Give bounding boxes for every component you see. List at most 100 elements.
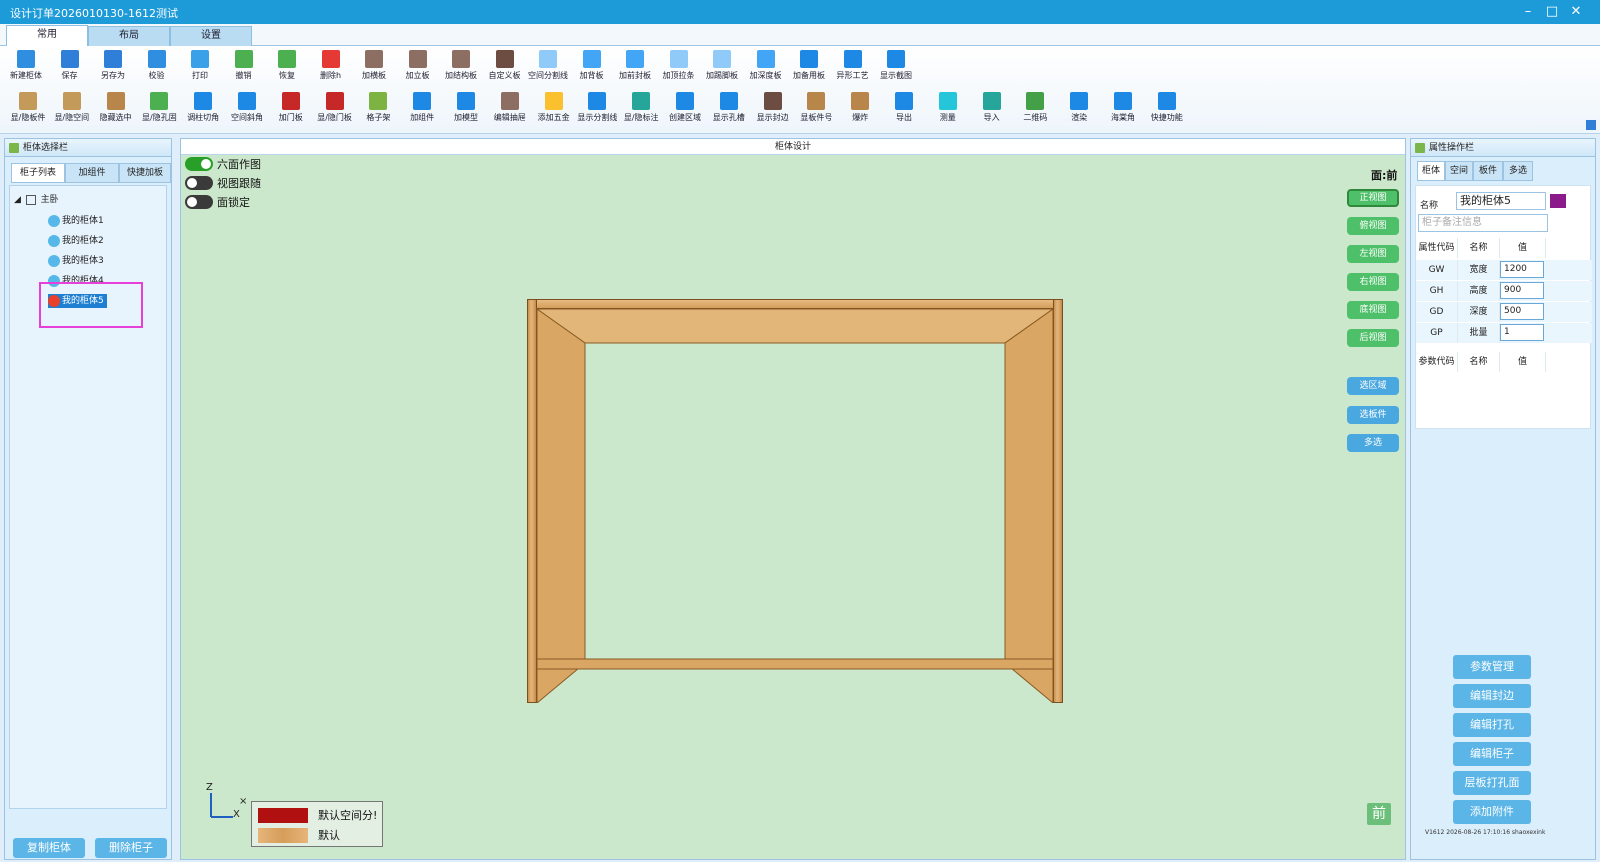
qrcode-button[interactable]: 二维码: [1013, 88, 1057, 128]
hide-selected-button[interactable]: 隐藏选中: [94, 88, 138, 128]
tree-item-cabinet-1[interactable]: 我的柜体1: [48, 214, 104, 228]
shelf-drill-face-button[interactable]: 层板打孔面: [1453, 771, 1531, 795]
delete-button[interactable]: 删除h: [309, 46, 353, 86]
toggle-space-button[interactable]: 显/隐空间: [50, 88, 94, 128]
collapse-arrow-icon[interactable]: ◢: [14, 195, 21, 205]
add-door-button[interactable]: 加门板: [269, 88, 313, 128]
custom-board-button[interactable]: 自定义板: [483, 46, 527, 86]
minimize-button[interactable]: –: [1518, 3, 1538, 21]
toolbar-label: 渲染: [1071, 113, 1088, 122]
edit-edge-button[interactable]: 编辑封边: [1453, 684, 1531, 708]
toggle-door-button[interactable]: 显/隐门板: [313, 88, 357, 128]
left-view-button[interactable]: 左视图: [1347, 245, 1399, 263]
space-bevel-icon: [238, 92, 256, 110]
face-lock-toggle[interactable]: [185, 195, 213, 209]
select-region-button[interactable]: 选区域: [1347, 377, 1399, 395]
tab-settings[interactable]: 设置: [170, 26, 252, 46]
tab-layout[interactable]: 布局: [88, 26, 170, 46]
screenshot-button[interactable]: 显示截图: [874, 46, 918, 86]
toggle-boards-button[interactable]: 显/隐板件: [6, 88, 50, 128]
add-back-board-button[interactable]: 加背板: [570, 46, 614, 86]
note-input[interactable]: 柜子备注信息: [1418, 214, 1548, 232]
maximize-button[interactable]: □: [1542, 3, 1562, 21]
tab-space[interactable]: 空间: [1445, 161, 1473, 181]
top-view-button[interactable]: 俯视图: [1347, 217, 1399, 235]
render-button[interactable]: 渲染: [1057, 88, 1101, 128]
export-button[interactable]: 导出: [882, 88, 926, 128]
grid-rack-button[interactable]: 格子架: [356, 88, 400, 128]
import-button[interactable]: 导入: [970, 88, 1014, 128]
show-edge-button[interactable]: 显示封边: [751, 88, 795, 128]
tab-cabinet-list[interactable]: 柜子列表: [11, 163, 65, 183]
tree-item-cabinet-2[interactable]: 我的柜体2: [48, 234, 104, 248]
add-spare-board-button[interactable]: 加备用板: [787, 46, 831, 86]
redo-button[interactable]: 恢复: [265, 46, 309, 86]
tab-quick-board[interactable]: 快捷加板: [119, 163, 171, 183]
right-view-button[interactable]: 右视图: [1347, 273, 1399, 291]
add-hardware-button[interactable]: 添加五金: [532, 88, 576, 128]
name-input[interactable]: 我的柜体5: [1456, 192, 1546, 210]
tree-root[interactable]: ◢ 主卧: [14, 192, 59, 205]
delete-cabinet-button[interactable]: 删除柜子: [95, 838, 167, 858]
color-swatch[interactable]: [1550, 194, 1566, 208]
add-attachment-button[interactable]: 添加附件: [1453, 800, 1531, 824]
space-divider-button[interactable]: 空间分割线: [526, 46, 570, 86]
select-board-button[interactable]: 选板件: [1347, 406, 1399, 424]
show-slot-button[interactable]: 显示孔槽: [707, 88, 751, 128]
space-divider-icon: [539, 50, 557, 68]
add-structure-board-button[interactable]: 加结构板: [439, 46, 483, 86]
edit-drilling-button[interactable]: 编辑打孔: [1453, 713, 1531, 737]
front-indicator-button[interactable]: 前: [1367, 803, 1391, 825]
add-vertical-board-button[interactable]: 加立板: [396, 46, 440, 86]
view-follow-toggle[interactable]: [185, 176, 213, 190]
multi-select-button[interactable]: 多选: [1347, 434, 1399, 452]
edit-drawer-button[interactable]: 编辑抽屉: [488, 88, 532, 128]
tab-board[interactable]: 板件: [1473, 161, 1503, 181]
save-as-button[interactable]: 另存为: [91, 46, 135, 86]
explode-button[interactable]: 爆炸: [838, 88, 882, 128]
show-divider-button[interactable]: 显示分割线: [575, 88, 619, 128]
tab-multi[interactable]: 多选: [1503, 161, 1533, 181]
add-depth-board-button[interactable]: 加深度板: [744, 46, 788, 86]
add-top-rail-button[interactable]: 加顶拉条: [657, 46, 701, 86]
edit-cabinet-button[interactable]: 编辑柜子: [1453, 742, 1531, 766]
begonia-corner-button[interactable]: 海棠角: [1101, 88, 1145, 128]
space-bevel-button[interactable]: 空间斜角: [225, 88, 269, 128]
save-button[interactable]: 保存: [48, 46, 92, 86]
front-view-button[interactable]: 正视图: [1347, 189, 1399, 207]
param-manage-button[interactable]: 参数管理: [1453, 655, 1531, 679]
add-kick-board-button[interactable]: 加踢脚板: [700, 46, 744, 86]
tab-common[interactable]: 常用: [6, 25, 88, 47]
tab-cabinet[interactable]: 柜体: [1417, 161, 1445, 181]
undo-button[interactable]: 撤销: [222, 46, 266, 86]
six-face-toggle[interactable]: [185, 157, 213, 171]
verify-button[interactable]: 校验: [135, 46, 179, 86]
show-board-number-button[interactable]: 显板件号: [794, 88, 838, 128]
quick-function-button[interactable]: 快捷功能: [1145, 88, 1189, 128]
add-model-button[interactable]: 加模型: [444, 88, 488, 128]
toolbar-label: 显/隐门板: [317, 113, 352, 122]
add-horizontal-board-button[interactable]: 加横板: [352, 46, 396, 86]
toggle-holes-button[interactable]: 显/隐孔固: [137, 88, 181, 128]
grid-toggle-icon[interactable]: [1586, 120, 1596, 130]
close-button[interactable]: ✕: [1566, 3, 1586, 21]
special-craft-button[interactable]: 异形工艺: [831, 46, 875, 86]
bottom-view-button[interactable]: 底视图: [1347, 301, 1399, 319]
toggle-annotation-button[interactable]: 显/隐标注: [619, 88, 663, 128]
tab-add-component[interactable]: 加组件: [65, 163, 119, 183]
measure-button[interactable]: 测量: [926, 88, 970, 128]
attr-value-input[interactable]: 900: [1500, 282, 1544, 299]
attr-value-input[interactable]: 500: [1500, 303, 1544, 320]
new-cabinet-button[interactable]: 新建柜体: [4, 46, 48, 86]
print-button[interactable]: 打印: [178, 46, 222, 86]
attr-code: GH: [1416, 281, 1458, 301]
attr-value-input[interactable]: 1200: [1500, 261, 1544, 278]
tree-item-cabinet-3[interactable]: 我的柜体3: [48, 254, 104, 268]
attr-value-input[interactable]: 1: [1500, 324, 1544, 341]
column-cut-button[interactable]: 调柱切角: [181, 88, 225, 128]
create-region-button[interactable]: 创建区域: [663, 88, 707, 128]
add-front-seal-button[interactable]: 加前封板: [613, 46, 657, 86]
add-component-button[interactable]: 加组件: [400, 88, 444, 128]
back-view-button[interactable]: 后视图: [1347, 329, 1399, 347]
copy-cabinet-button[interactable]: 复制柜体: [13, 838, 85, 858]
